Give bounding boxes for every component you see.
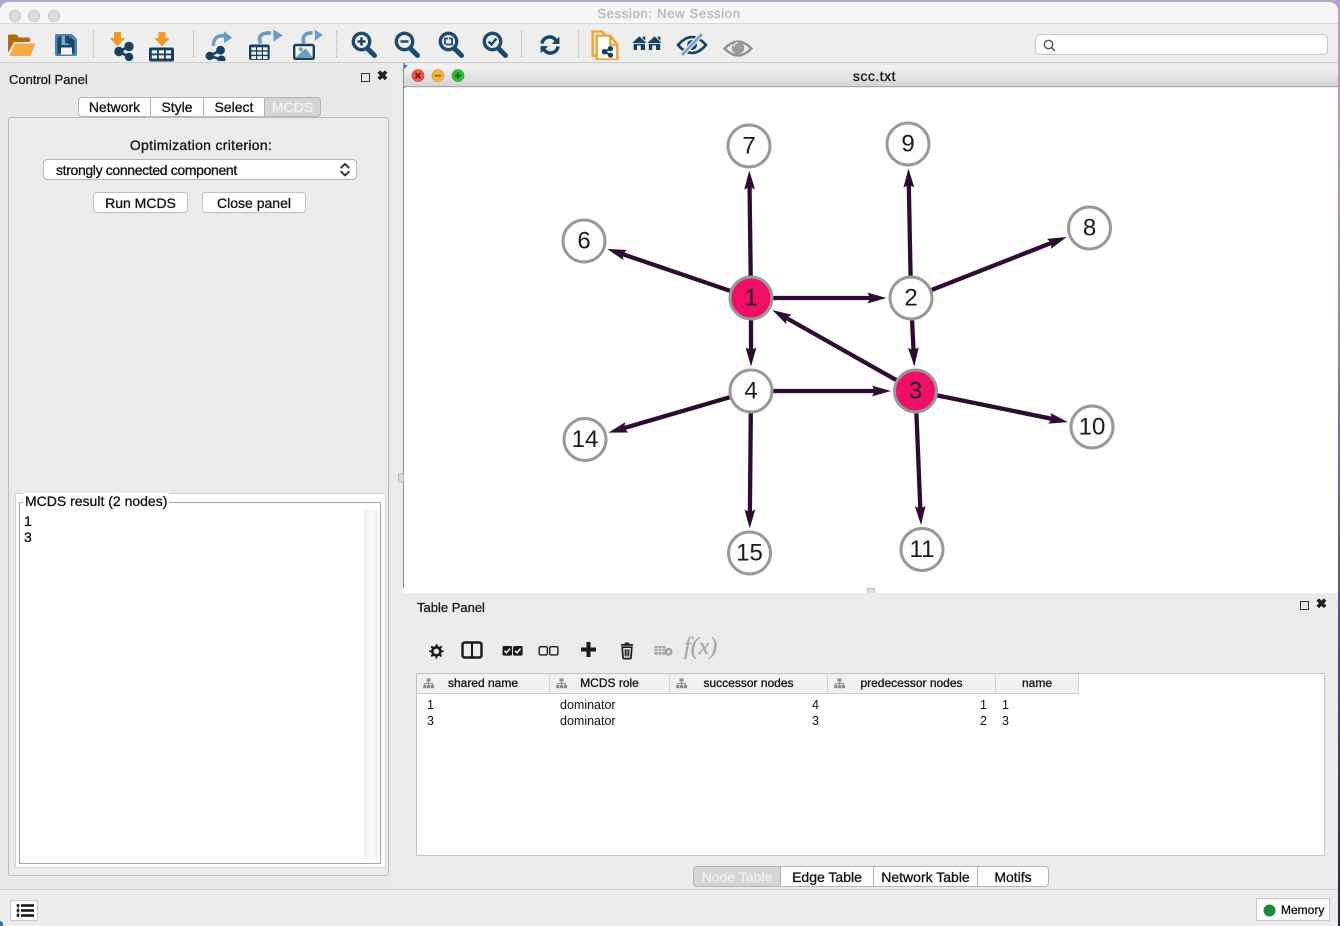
svg-text:7: 7 xyxy=(742,133,755,160)
svg-text:2: 2 xyxy=(904,285,917,312)
svg-text:10: 10 xyxy=(1079,414,1106,441)
svg-text:4: 4 xyxy=(744,378,757,405)
svg-text:8: 8 xyxy=(1083,215,1096,242)
svg-text:1: 1 xyxy=(744,285,757,312)
svg-text:3: 3 xyxy=(909,378,922,405)
svg-text:9: 9 xyxy=(901,131,914,158)
svg-text:11: 11 xyxy=(910,536,935,563)
svg-text:6: 6 xyxy=(577,228,590,255)
svg-text:15: 15 xyxy=(736,540,763,567)
svg-text:14: 14 xyxy=(572,426,599,453)
